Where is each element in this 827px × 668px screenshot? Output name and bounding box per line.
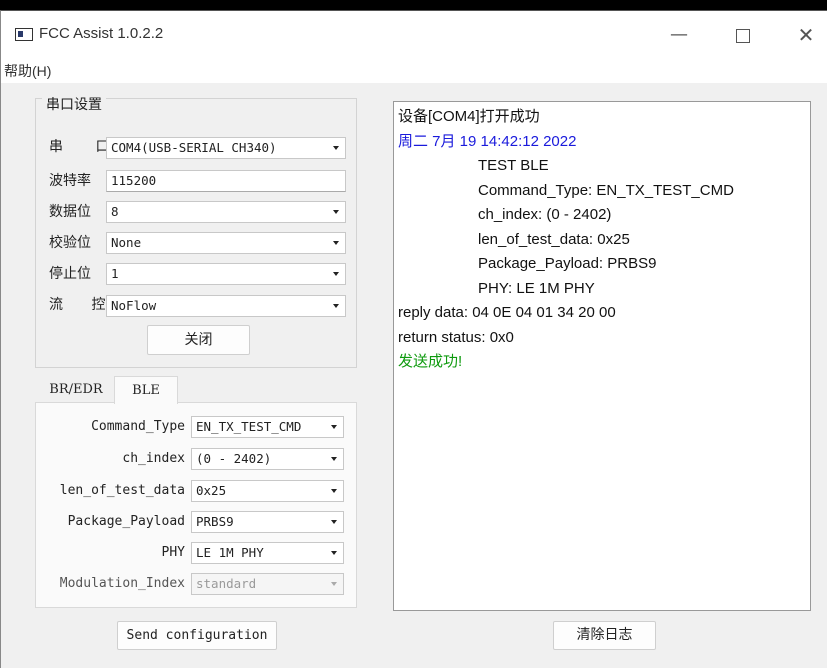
tab-bredr[interactable]: BR/EDR (38, 376, 114, 403)
chevron-down-icon (333, 304, 339, 308)
command-type-value: EN_TX_TEST_CMD (196, 419, 302, 434)
len-of-test-data-value: 0x25 (196, 483, 227, 498)
chevron-down-icon (333, 146, 339, 150)
log-line-timestamp: 周二 7月 19 14:42:12 2022 (398, 132, 577, 150)
modulation-index-select: standard (191, 573, 344, 595)
modulation-index-value: standard (196, 576, 257, 591)
phy-select[interactable]: LE 1M PHY (191, 542, 344, 564)
window-title: FCC Assist 1.0.2.2 (39, 25, 164, 42)
log-line: return status: 0x0 (398, 328, 514, 346)
flow-select[interactable]: NoFlow (106, 295, 346, 317)
log-line: Package_Payload: PRBS9 (478, 255, 657, 272)
title-bar[interactable]: FCC Assist 1.0.2.2 — ✕ (1, 11, 827, 57)
databits-value: 8 (111, 204, 119, 219)
menu-help[interactable]: 帮助(H) (4, 61, 51, 81)
menu-bar: 帮助(H) (1, 57, 827, 83)
ch-index-value: (0 - 2402) (196, 451, 272, 466)
parity-select[interactable]: None (106, 232, 346, 254)
stopbits-value: 1 (111, 266, 119, 281)
databits-label: 数据位 (49, 204, 91, 220)
clear-log-button[interactable]: 清除日志 (553, 621, 656, 650)
chevron-down-icon (331, 489, 337, 493)
send-configuration-button[interactable]: Send configuration (117, 621, 277, 650)
chevron-down-icon (331, 551, 337, 555)
log-line: len_of_test_data: 0x25 (478, 230, 630, 248)
close-port-button[interactable]: 关闭 (147, 325, 250, 355)
baud-value: 115200 (111, 173, 157, 188)
ch-index-label: ch_index (122, 451, 185, 466)
chevron-down-icon (333, 272, 339, 276)
package-payload-value: PRBS9 (196, 514, 234, 529)
chevron-down-icon (333, 241, 339, 245)
maximize-button[interactable] (728, 23, 758, 47)
parity-value: None (111, 235, 142, 250)
maximize-icon (736, 29, 750, 43)
baud-label: 波特率 (49, 173, 91, 189)
log-output[interactable]: 设备[COM4]打开成功 周二 7月 19 14:42:12 2022 TEST… (393, 101, 811, 611)
log-line: TEST BLE (478, 157, 549, 174)
package-payload-label: Package_Payload (67, 514, 185, 529)
stopbits-label: 停止位 (49, 266, 91, 282)
chevron-down-icon (331, 457, 337, 461)
minimize-button[interactable]: — (664, 23, 694, 47)
log-line: 设备[COM4]打开成功 (398, 108, 540, 125)
len-of-test-data-label: len_of_test_data (59, 483, 185, 498)
phy-label: PHY (161, 545, 185, 560)
ch-index-select[interactable]: (0 - 2402) (191, 448, 344, 470)
tab-ble[interactable]: BLE (114, 376, 178, 404)
databits-select[interactable]: 8 (106, 201, 346, 223)
len-of-test-data-select[interactable]: 0x25 (191, 480, 344, 502)
command-type-select[interactable]: EN_TX_TEST_CMD (191, 416, 344, 438)
chevron-down-icon (331, 520, 337, 524)
port-select[interactable]: COM4(USB-SERIAL CH340) (106, 137, 346, 159)
baud-input[interactable]: 115200 (106, 170, 346, 192)
flow-value: NoFlow (111, 298, 157, 313)
log-line-success: 发送成功! (398, 353, 463, 370)
app-icon (15, 28, 33, 41)
log-line: ch_index: (0 - 2402) (478, 206, 612, 223)
log-line: reply data: 04 0E 04 01 34 20 00 (398, 304, 616, 321)
stopbits-select[interactable]: 1 (106, 263, 346, 285)
log-line: PHY: LE 1M PHY (478, 279, 595, 297)
close-button[interactable]: ✕ (791, 23, 821, 47)
log-line: Command_Type: EN_TX_TEST_CMD (478, 181, 734, 199)
chevron-down-icon (333, 210, 339, 214)
chevron-down-icon (331, 425, 337, 429)
modulation-index-label: Modulation_Index (59, 576, 185, 591)
chevron-down-icon (331, 582, 337, 586)
phy-value: LE 1M PHY (196, 545, 264, 560)
port-value: COM4(USB-SERIAL CH340) (111, 140, 277, 155)
command-type-label: Command_Type (91, 419, 185, 434)
package-payload-select[interactable]: PRBS9 (191, 511, 344, 533)
parity-label: 校验位 (49, 235, 91, 251)
serial-settings-title: 串口设置 (42, 94, 106, 114)
